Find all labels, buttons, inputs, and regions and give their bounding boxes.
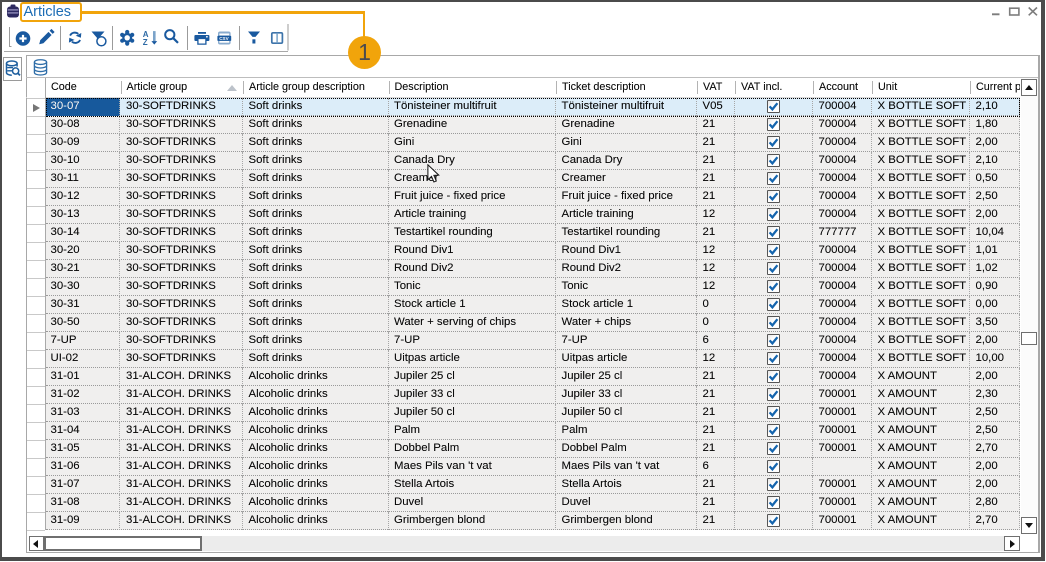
svg-text:CSV: CSV bbox=[219, 36, 229, 41]
svg-text:Z: Z bbox=[143, 38, 148, 47]
